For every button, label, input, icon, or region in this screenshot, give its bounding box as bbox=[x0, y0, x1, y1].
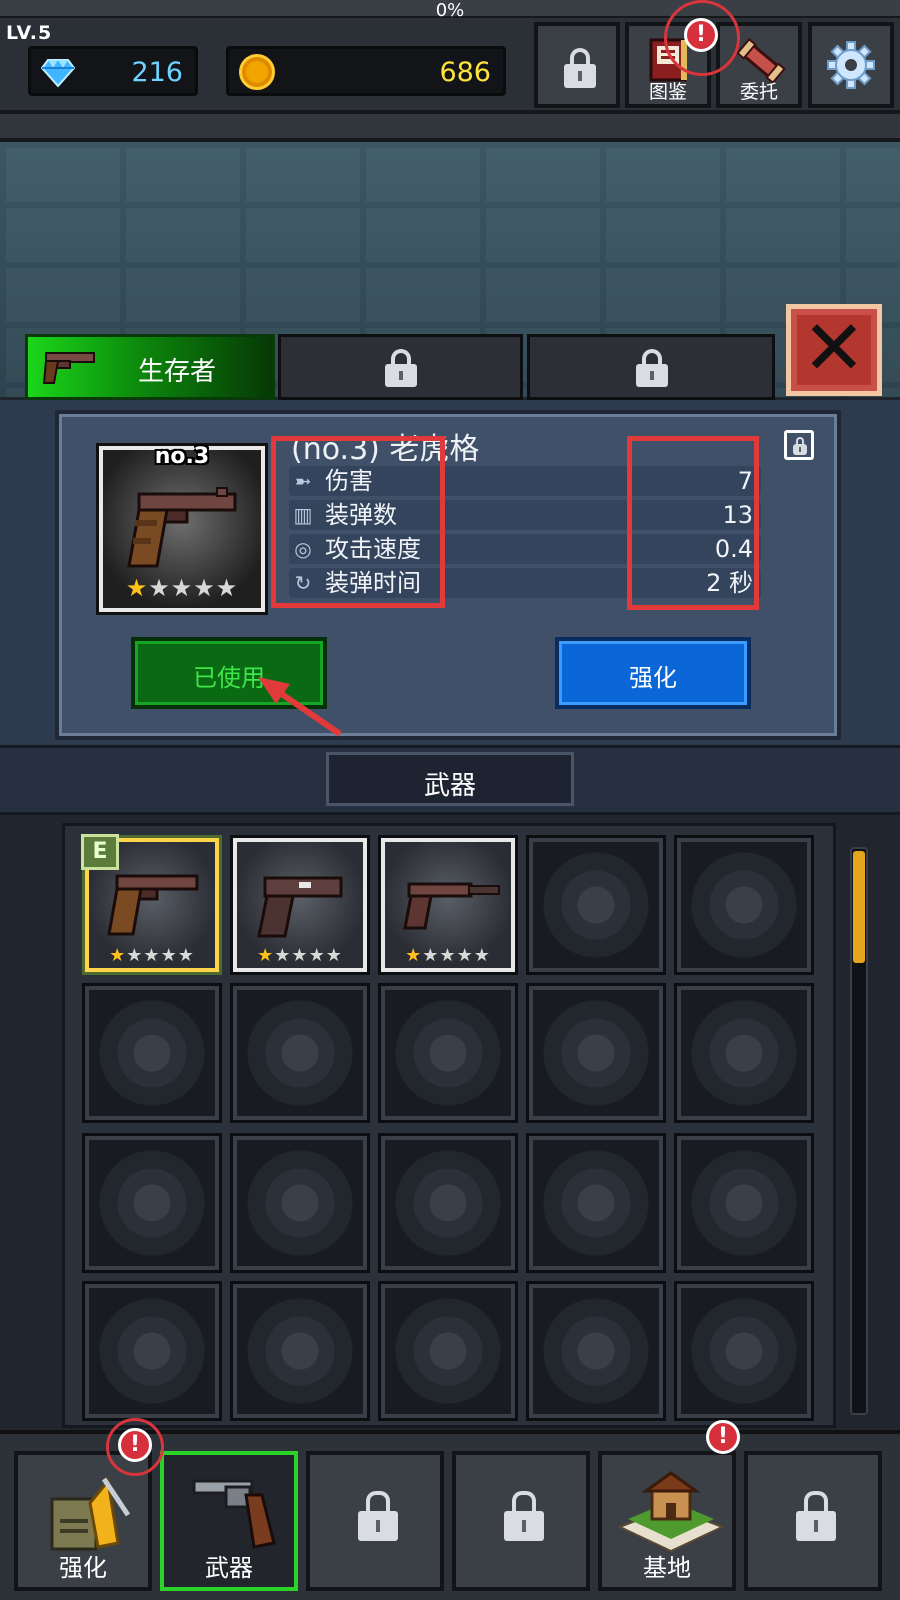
nav-locked-3[interactable] bbox=[306, 1451, 444, 1591]
inventory-slot-empty[interactable] bbox=[381, 1136, 515, 1270]
nav-weapons[interactable]: 武器 bbox=[160, 1451, 298, 1591]
nav-upgrade-label: 强化 bbox=[59, 1554, 107, 1582]
settings-button[interactable] bbox=[808, 22, 894, 108]
item-stars: ★★★★★ bbox=[405, 945, 491, 966]
alert-icon: ! bbox=[706, 1420, 740, 1454]
commission-label: 委托 bbox=[739, 81, 778, 103]
inventory-slot-empty[interactable] bbox=[381, 1284, 515, 1418]
category-bar: 武器 bbox=[0, 745, 900, 815]
item-stars: ★★★★★ bbox=[109, 945, 195, 966]
inventory-slot-empty[interactable] bbox=[233, 1136, 367, 1270]
alert-icon: ! bbox=[118, 1428, 152, 1462]
tab-locked-2[interactable] bbox=[278, 334, 523, 400]
lock-icon bbox=[796, 1491, 836, 1541]
locked-top-button[interactable] bbox=[534, 22, 620, 108]
nav-base-label: 基地 bbox=[643, 1554, 691, 1582]
sub-bar bbox=[0, 110, 900, 142]
inventory-slot-weapon-1[interactable]: E ★★★★★ bbox=[81, 834, 219, 972]
annotation-box-stat-names bbox=[271, 436, 445, 608]
star-icon: ★ bbox=[125, 574, 149, 602]
weapon-stars: ★★★★★ bbox=[103, 574, 261, 602]
player-level: LV.5 bbox=[6, 22, 53, 44]
equipped-label: 已使用 bbox=[193, 664, 265, 692]
inventory-slot-empty[interactable] bbox=[85, 986, 219, 1120]
xp-bar: 0% bbox=[0, 0, 900, 21]
item-stars: ★★★★★ bbox=[257, 945, 343, 966]
inventory-slot-empty[interactable] bbox=[529, 1136, 663, 1270]
inventory-slot-empty[interactable] bbox=[677, 1284, 811, 1418]
inventory-slot-empty[interactable] bbox=[233, 986, 367, 1120]
base-icon bbox=[618, 1471, 724, 1553]
close-icon: ✕ bbox=[802, 303, 866, 392]
revolver-icon bbox=[192, 1479, 276, 1549]
luger-pistol-icon bbox=[127, 487, 237, 568]
silenced-pistol-icon bbox=[403, 882, 500, 930]
scrollbar-thumb[interactable] bbox=[853, 851, 865, 963]
close-button[interactable]: ✕ bbox=[786, 303, 882, 396]
equipped-badge: E bbox=[81, 834, 119, 870]
category-label-box: 武器 bbox=[326, 752, 574, 806]
lock-icon bbox=[636, 349, 668, 387]
equipped-button[interactable]: 已使用 bbox=[131, 637, 327, 709]
gold-amount: 686 bbox=[439, 57, 491, 88]
lock-icon bbox=[793, 437, 807, 455]
lock-icon bbox=[385, 349, 417, 387]
inventory-slot-empty[interactable] bbox=[677, 838, 811, 972]
inventory-slot-weapon-2[interactable]: ★★★★★ bbox=[233, 838, 367, 972]
lock-icon bbox=[564, 48, 596, 88]
luger-pistol-icon bbox=[107, 874, 199, 936]
weapon-number: no.3 bbox=[154, 444, 210, 469]
category-label: 武器 bbox=[423, 771, 476, 801]
codex-label: 图鉴 bbox=[648, 81, 687, 103]
inventory-slot-empty[interactable] bbox=[85, 1284, 219, 1418]
pistol-icon bbox=[257, 876, 343, 938]
star-icon: ★ bbox=[193, 574, 216, 602]
inventory-scrollbar[interactable] bbox=[850, 847, 868, 1415]
alert-icon: ! bbox=[684, 18, 718, 52]
inventory-slot-empty[interactable] bbox=[233, 1284, 367, 1418]
lock-icon bbox=[504, 1491, 544, 1541]
weapon-detail-section: no.3 ★★★★★ (no.3) 老虎格 ➼ 伤害 7 ▥ 装弹数 13 ◎ … bbox=[0, 400, 900, 745]
inventory-slot-empty[interactable] bbox=[677, 986, 811, 1120]
inventory-slot-empty[interactable] bbox=[381, 986, 515, 1120]
inventory-slot-weapon-3[interactable]: ★★★★★ bbox=[381, 838, 515, 972]
inventory-grid: E ★★★★★ ★★★★★ ★★★★★ bbox=[62, 823, 836, 1428]
upgrade-button[interactable]: 强化 bbox=[555, 637, 751, 709]
inventory-slot-empty[interactable] bbox=[529, 1284, 663, 1418]
tab-survivor-label: 生存者 bbox=[138, 357, 217, 387]
annotation-box-stat-values bbox=[627, 436, 759, 610]
weapon-detail-panel: no.3 ★★★★★ (no.3) 老虎格 ➼ 伤害 7 ▥ 装弹数 13 ◎ … bbox=[55, 410, 841, 740]
nav-locked-4[interactable] bbox=[452, 1451, 590, 1591]
weapon-card: no.3 ★★★★★ bbox=[99, 444, 265, 612]
inventory-slot-empty[interactable] bbox=[529, 838, 663, 972]
gold-counter: 686 bbox=[226, 46, 506, 96]
inventory-slot-empty[interactable] bbox=[85, 1136, 219, 1270]
lock-icon bbox=[358, 1491, 398, 1541]
diamond-icon bbox=[41, 59, 75, 87]
upgrade-label: 强化 bbox=[629, 664, 677, 692]
star-icon: ★ bbox=[215, 574, 239, 602]
inventory-slot-empty[interactable] bbox=[529, 986, 663, 1120]
gear-icon bbox=[827, 41, 875, 89]
star-icon: ★ bbox=[170, 574, 194, 602]
nav-base[interactable]: 基地 bbox=[598, 1451, 736, 1591]
gem-amount: 216 bbox=[131, 57, 183, 88]
bottom-nav: 强化 武器 基地 ! ! bbox=[0, 1418, 900, 1600]
coin-icon bbox=[239, 54, 275, 90]
nav-locked-6[interactable] bbox=[744, 1451, 882, 1591]
nav-weapons-label: 武器 bbox=[205, 1554, 253, 1582]
tab-locked-3[interactable] bbox=[527, 334, 775, 400]
inventory-slot-empty[interactable] bbox=[677, 1136, 811, 1270]
star-icon: ★ bbox=[148, 574, 171, 602]
lock-toggle-button[interactable] bbox=[784, 430, 814, 460]
upgrade-icon bbox=[50, 1477, 131, 1551]
xp-percent: 0% bbox=[435, 0, 465, 21]
inventory-section: E ★★★★★ ★★★★★ ★★★★★ bbox=[0, 815, 900, 1430]
tab-survivor[interactable]: 生存者 bbox=[25, 334, 275, 400]
gem-counter: 216 bbox=[28, 46, 198, 96]
pistol-icon bbox=[42, 352, 95, 384]
